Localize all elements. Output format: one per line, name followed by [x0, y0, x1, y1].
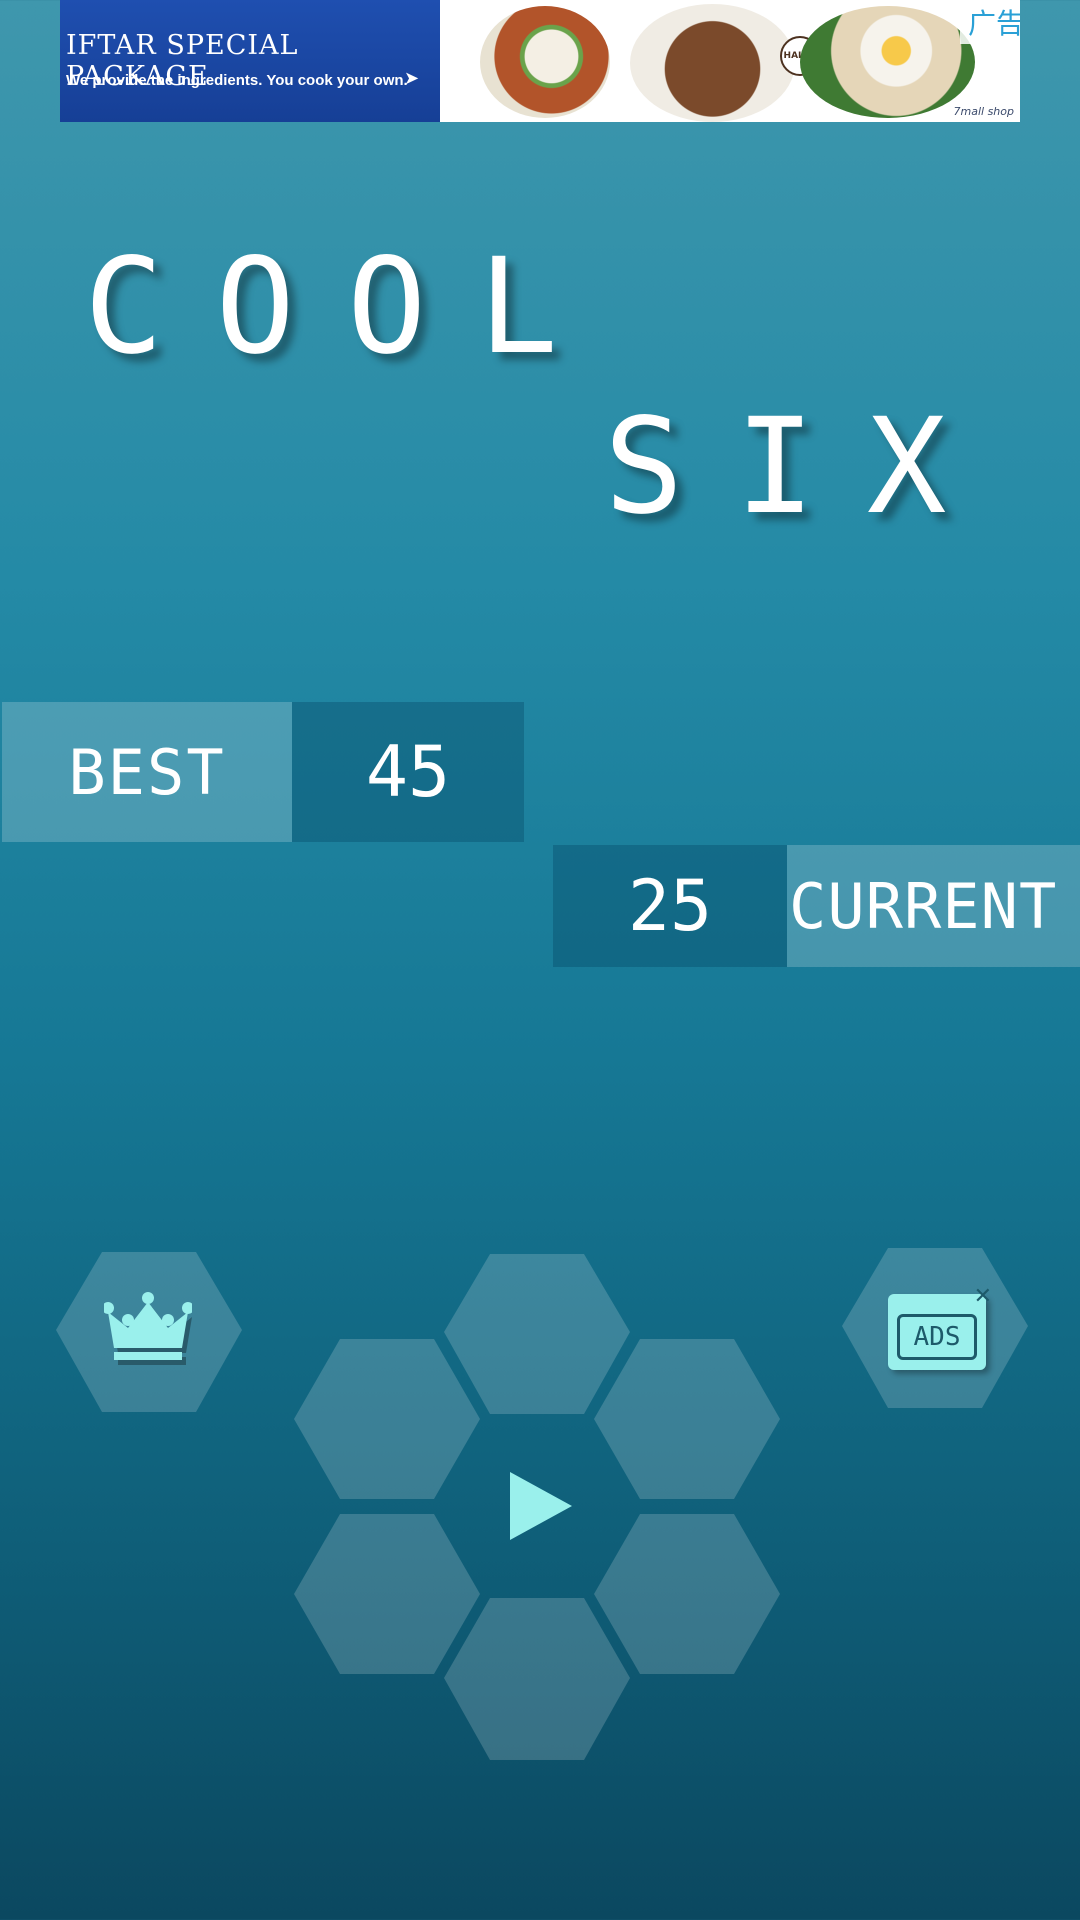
current-label: CURRENT: [787, 845, 1080, 967]
ad-dish-image: [630, 4, 795, 122]
hex-tile-upper-left[interactable]: [294, 1339, 480, 1499]
ad-text-panel[interactable]: IFTAR SPECIAL PACKAGE We provide the ing…: [60, 0, 440, 122]
ad-dish-image: [480, 6, 610, 118]
hex-tile-bottom[interactable]: [444, 1598, 630, 1760]
cursor-icon: ➤: [404, 68, 420, 89]
best-score-value: 45: [292, 702, 524, 842]
hex-tile-top[interactable]: [444, 1254, 630, 1414]
hex-tile-lower-right[interactable]: [594, 1514, 780, 1674]
play-icon: [510, 1472, 572, 1540]
hex-tile-upper-right[interactable]: [594, 1339, 780, 1499]
best-score-panel: BEST 45: [2, 702, 524, 842]
ad-label: 广告: [960, 0, 1020, 44]
current-score-panel: 25 CURRENT: [553, 845, 1080, 967]
close-icon: ✕: [973, 1284, 992, 1309]
hex-tile-lower-left[interactable]: [294, 1514, 480, 1674]
remove-ads-button[interactable]: ADS ✕: [884, 1284, 992, 1374]
leaderboard-button[interactable]: [104, 1290, 192, 1366]
title-six: SIX: [604, 390, 999, 544]
best-label: BEST: [2, 702, 292, 842]
ad-dish-image: [800, 6, 975, 118]
ad-food-image[interactable]: HALAL 7mall shop: [440, 0, 1020, 122]
title-cool: COOL: [84, 230, 610, 384]
remove-ads-icon: ADS ✕: [888, 1284, 992, 1370]
current-score-value: 25: [553, 845, 787, 967]
play-button[interactable]: [500, 1466, 580, 1546]
crown-icon: [104, 1292, 192, 1365]
ad-banner[interactable]: IFTAR SPECIAL PACKAGE We provide the ing…: [60, 0, 1020, 122]
ad-brand-logo: 7mall shop: [953, 105, 1014, 118]
remove-ads-label: ADS: [897, 1314, 977, 1360]
